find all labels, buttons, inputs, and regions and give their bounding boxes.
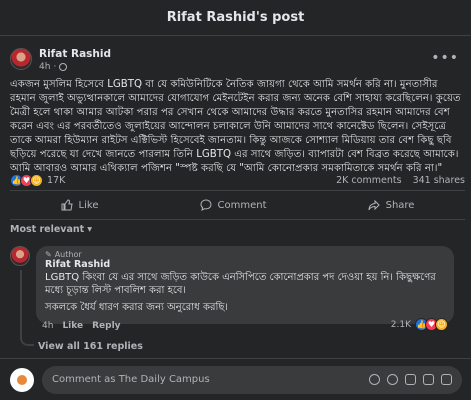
post-time[interactable]: 4h	[39, 61, 50, 73]
post-header: Rifat Rashid 4h ·	[10, 48, 111, 73]
author-avatar[interactable]	[10, 48, 32, 70]
reply-thread-line	[20, 270, 34, 346]
comment-filter-dropdown[interactable]: Most relevant ▾	[10, 224, 92, 235]
commenter-name[interactable]: Rifat Rashid	[45, 259, 445, 271]
commenter-avatar[interactable]	[10, 246, 30, 266]
composer-tools	[369, 374, 452, 385]
logo-icon	[17, 374, 27, 385]
comment-reactions[interactable]: 2.1K 👍 ♥ ☺	[390, 318, 448, 331]
comment: ✎ Author Rifat Rashid LGBTQ কিংবা যে এর …	[10, 246, 454, 324]
comment-reaction-count: 2.1K	[390, 319, 411, 330]
post-actions: Like Comment Share	[10, 190, 465, 220]
comment-icon	[200, 199, 212, 211]
comment-composer: Comment as The Daily Campus	[0, 358, 471, 400]
pencil-icon: ✎	[45, 250, 52, 259]
comment-bubble: ✎ Author Rifat Rashid LGBTQ কিংবা যে এর …	[36, 246, 454, 324]
haha-reaction-icon: ☺	[435, 318, 448, 331]
author-badge: ✎ Author	[45, 250, 82, 259]
globe-icon	[59, 63, 68, 71]
share-icon	[368, 199, 380, 211]
sticker-icon[interactable]	[441, 374, 452, 385]
reaction-count: 17K	[47, 174, 66, 186]
like-button[interactable]: Like	[61, 199, 98, 211]
comments-count[interactable]: 2K comments	[336, 175, 401, 186]
post-author-name[interactable]: Rifat Rashid	[39, 48, 111, 61]
post-meta: 4h ·	[39, 61, 111, 73]
haha-reaction-icon: ☺	[30, 173, 43, 187]
emoji-icon[interactable]	[387, 374, 398, 385]
share-button[interactable]: Share	[368, 199, 414, 211]
reaction-summary[interactable]: 👍 ♥ ☺ 17K	[10, 173, 66, 187]
comment-text: LGBTQ কিংবা যে এর সাথে জড়িত কাউকে এনসিপ…	[45, 272, 436, 313]
top-bar: Rifat Rashid's post	[0, 0, 471, 36]
more-options-icon[interactable]: •••	[431, 50, 459, 66]
thumbs-up-icon	[61, 199, 73, 211]
comment-reply-button[interactable]: Reply	[92, 321, 120, 331]
page-title: Rifat Rashid's post	[166, 10, 305, 25]
view-replies-link[interactable]: View all 161 replies	[38, 341, 143, 352]
shares-count[interactable]: 341 shares	[413, 175, 465, 186]
comment-like-button[interactable]: Like	[62, 321, 83, 331]
camera-icon[interactable]	[405, 374, 416, 385]
comment-input[interactable]: Comment as The Daily Campus	[42, 365, 462, 394]
gif-icon[interactable]	[423, 374, 434, 385]
chevron-down-icon: ▾	[87, 224, 92, 235]
avatar-sticker-icon[interactable]	[369, 374, 380, 385]
post-stats: 👍 ♥ ☺ 17K 2K comments 341 shares	[10, 172, 465, 188]
post-body-text: একজন মুসলিম হিসেবে LGBTQ বা যে কমিউনিটিক…	[10, 79, 461, 174]
comment-actions: 4h Like Reply	[42, 321, 121, 331]
comment-time[interactable]: 4h	[42, 321, 53, 331]
comment-button[interactable]: Comment	[200, 199, 267, 211]
page-avatar[interactable]	[10, 367, 34, 392]
